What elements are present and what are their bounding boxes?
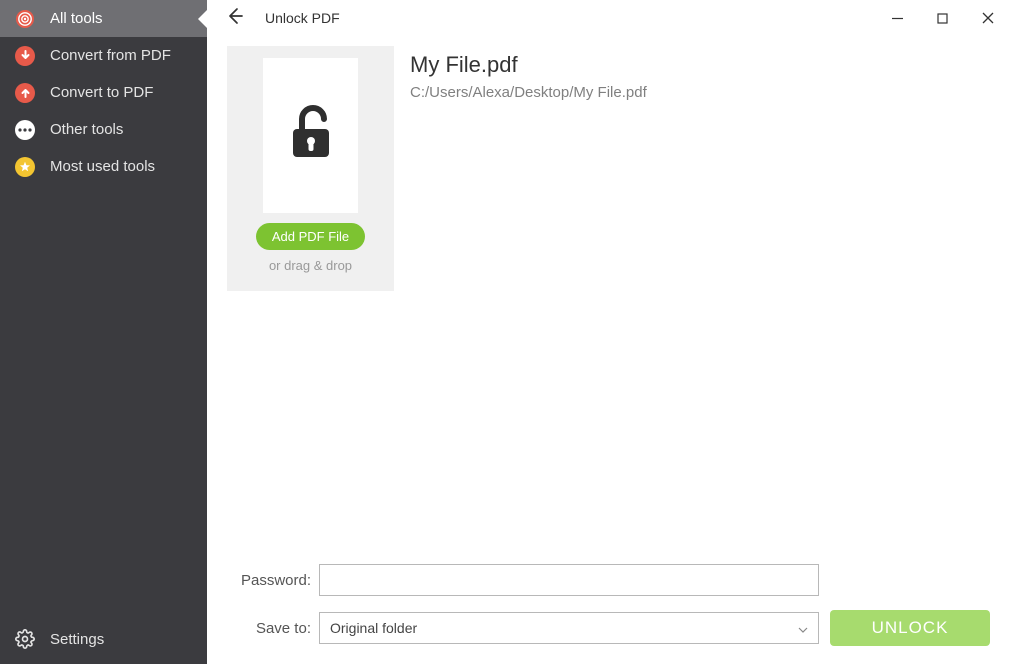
dots-circle-icon [14,119,36,141]
sidebar-item-label: Most used tools [50,158,155,175]
gear-icon [14,628,36,650]
sidebar-item-label: Convert from PDF [50,47,171,64]
file-info: My File.pdf C:/Users/Alexa/Desktop/My Fi… [394,46,647,550]
bottom-bar: Password: Save to: Original folder UNLOC… [207,550,1010,664]
file-card: Add PDF File or drag & drop [227,46,394,291]
password-row: Password: [227,564,990,596]
sidebar-item-label: Convert to PDF [50,84,153,101]
file-name: My File.pdf [410,52,647,78]
password-input[interactable] [319,564,819,596]
add-pdf-button[interactable]: Add PDF File [256,223,365,250]
password-label: Password: [227,572,319,589]
star-circle-icon [14,156,36,178]
app-window: All tools Convert from PDF Convert to PD… [0,0,1010,664]
sidebar-item-all-tools[interactable]: All tools [0,0,207,37]
sidebar-item-most-used[interactable]: Most used tools [0,148,207,185]
minimize-button[interactable] [875,2,920,34]
save-to-value: Original folder [330,620,417,636]
window-controls [875,2,1010,34]
unlock-button[interactable]: UNLOCK [830,610,990,646]
content-area: Add PDF File or drag & drop My File.pdf … [207,36,1010,550]
sidebar: All tools Convert from PDF Convert to PD… [0,0,207,664]
target-icon [14,8,36,30]
save-row: Save to: Original folder UNLOCK [227,610,990,646]
save-to-label: Save to: [227,620,319,637]
sidebar-item-convert-to-pdf[interactable]: Convert to PDF [0,74,207,111]
sidebar-item-label: All tools [50,10,103,27]
drag-hint: or drag & drop [269,258,352,273]
sidebar-item-other-tools[interactable]: Other tools [0,111,207,148]
close-button[interactable] [965,2,1010,34]
titlebar: Unlock PDF [207,0,1010,36]
sidebar-item-label: Other tools [50,121,123,138]
sidebar-item-convert-from-pdf[interactable]: Convert from PDF [0,37,207,74]
main-panel: Unlock PDF [207,0,1010,664]
back-button[interactable] [225,6,245,31]
file-thumbnail [263,58,358,213]
chevron-down-icon [798,620,808,636]
maximize-button[interactable] [920,2,965,34]
page-title: Unlock PDF [265,10,340,26]
file-path: C:/Users/Alexa/Desktop/My File.pdf [410,84,647,101]
lock-open-icon [285,103,337,168]
arrow-down-circle-icon [14,45,36,67]
sidebar-item-label: Settings [50,631,104,648]
sidebar-item-settings[interactable]: Settings [0,614,207,664]
arrow-up-circle-icon [14,82,36,104]
save-to-select[interactable]: Original folder [319,612,819,644]
sidebar-nav: All tools Convert from PDF Convert to PD… [0,0,207,614]
sidebar-footer: Settings [0,614,207,664]
